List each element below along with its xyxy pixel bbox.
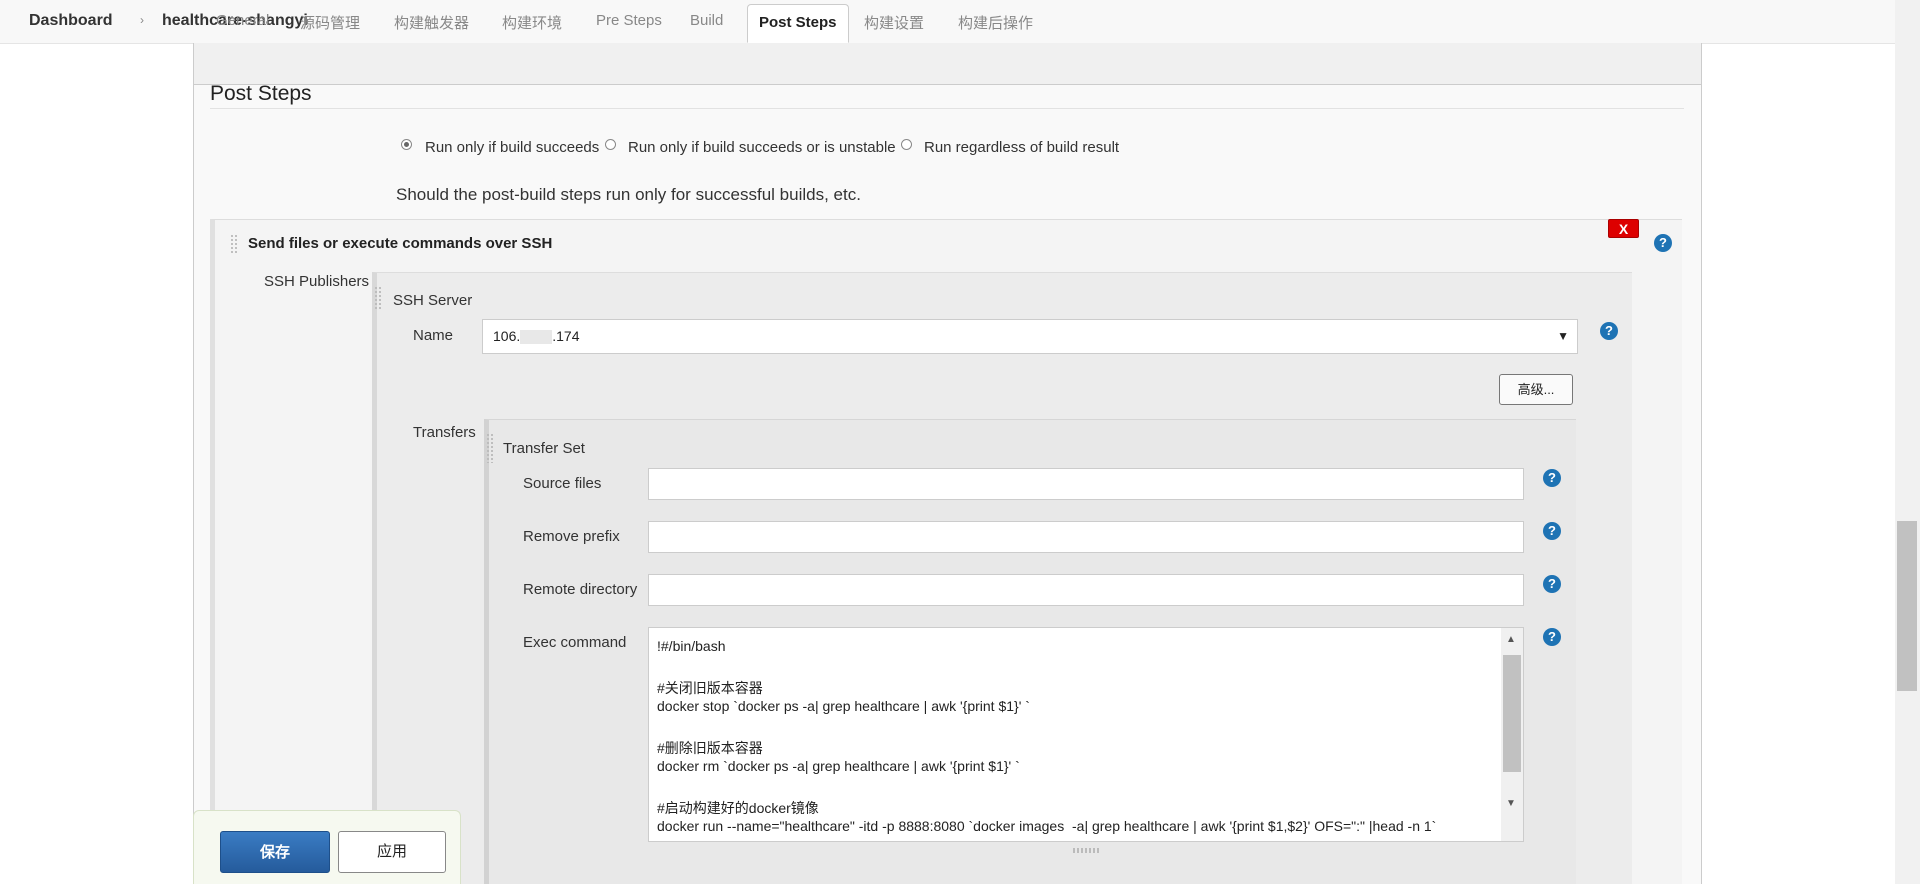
publisher-help-icon[interactable]: ? xyxy=(1654,234,1672,252)
radio-label-succeeds-or-unstable[interactable]: Run only if build succeeds or is unstabl… xyxy=(628,139,896,156)
select-value-prefix: 106. xyxy=(493,328,521,344)
drag-handle[interactable] xyxy=(486,433,494,463)
page-scrollbar[interactable] xyxy=(1895,0,1920,884)
radio-label-build-succeeds[interactable]: Run only if build succeeds xyxy=(425,139,599,156)
ssh-server-label: SSH Server xyxy=(393,292,473,309)
delete-step-button[interactable]: X xyxy=(1608,219,1639,238)
select-value-suffix: .174 xyxy=(552,328,580,344)
drag-handle[interactable] xyxy=(374,286,382,310)
code-line: docker stop `docker ps -a| grep healthca… xyxy=(657,698,1030,714)
resize-grip-icon[interactable] xyxy=(1073,848,1099,853)
tab-build-triggers[interactable]: 构建触发器 xyxy=(394,12,469,33)
section-title: Post Steps xyxy=(210,82,312,105)
breadcrumb-dashboard[interactable]: Dashboard xyxy=(29,12,113,30)
textarea-scroll-thumb[interactable] xyxy=(1503,655,1521,772)
code-line: docker run --name="healthcare" -itd -p 8… xyxy=(657,818,1437,834)
name-label: Name xyxy=(413,327,454,344)
tab-build[interactable]: Build xyxy=(690,12,723,29)
transfers-label: Transfers xyxy=(413,424,476,441)
tab-post-steps[interactable]: Post Steps xyxy=(747,4,849,43)
apply-button[interactable]: 应用 xyxy=(338,831,446,873)
code-line: #启动构建好的docker镜像 xyxy=(657,800,819,816)
tab-bar xyxy=(193,43,1702,85)
exec-command-help-icon[interactable]: ? xyxy=(1543,628,1561,646)
code-line: #删除旧版本容器 xyxy=(657,740,763,756)
name-help-icon[interactable]: ? xyxy=(1600,322,1618,340)
tab-build-environment[interactable]: 构建环境 xyxy=(502,12,562,33)
textarea-scrollbar[interactable]: ▲ ▼ xyxy=(1501,628,1523,841)
advanced-button[interactable]: 高级... xyxy=(1499,374,1573,405)
ssh-server-select[interactable]: 106. .174 ▼ xyxy=(482,319,1578,354)
breadcrumb-separator: › xyxy=(140,13,144,27)
tab-post-build-actions[interactable]: 构建后操作 xyxy=(958,12,1033,33)
section-description: Should the post-build steps run only for… xyxy=(396,185,861,204)
source-files-input[interactable] xyxy=(648,468,1524,500)
remove-prefix-help-icon[interactable]: ? xyxy=(1543,522,1561,540)
radio-build-succeeds[interactable] xyxy=(401,139,412,150)
radio-label-regardless[interactable]: Run regardless of build result xyxy=(924,139,1119,156)
exec-command-textarea[interactable]: !#/bin/bash #关闭旧版本容器 docker stop `docker… xyxy=(648,627,1524,842)
tab-pre-steps[interactable]: Pre Steps xyxy=(596,12,662,29)
code-line: #关闭旧版本容器 xyxy=(657,680,763,696)
transfer-set-label: Transfer Set xyxy=(503,440,585,457)
drag-handle[interactable] xyxy=(230,234,238,254)
section-divider xyxy=(210,108,1684,109)
remote-directory-input[interactable] xyxy=(648,574,1524,606)
remove-prefix-input[interactable] xyxy=(648,521,1524,553)
exec-command-label: Exec command xyxy=(523,634,627,651)
tab-scm[interactable]: 源码管理 xyxy=(300,12,360,33)
code-line: docker rm `docker ps -a| grep healthcare… xyxy=(657,758,1020,774)
save-button[interactable]: 保存 xyxy=(220,831,330,873)
remove-prefix-label: Remove prefix xyxy=(523,528,620,545)
ssh-publishers-label: SSH Publishers xyxy=(264,273,370,290)
source-files-label: Source files xyxy=(523,475,602,492)
remote-directory-label: Remote directory xyxy=(523,581,638,598)
code-line: !#/bin/bash xyxy=(657,638,726,654)
radio-regardless[interactable] xyxy=(901,139,912,150)
page-scroll-thumb[interactable] xyxy=(1897,521,1917,691)
redacted-mask xyxy=(520,330,553,345)
scroll-down-icon[interactable]: ▼ xyxy=(1506,798,1516,809)
tab-general[interactable]: General xyxy=(216,12,269,29)
remote-directory-help-icon[interactable]: ? xyxy=(1543,575,1561,593)
dropdown-arrow-icon: ▼ xyxy=(1557,329,1569,343)
scroll-up-icon[interactable]: ▲ xyxy=(1506,634,1516,645)
tab-build-settings[interactable]: 构建设置 xyxy=(864,12,924,33)
source-files-help-icon[interactable]: ? xyxy=(1543,469,1561,487)
publisher-title: Send files or execute commands over SSH xyxy=(248,235,553,252)
radio-succeeds-or-unstable[interactable] xyxy=(605,139,616,150)
